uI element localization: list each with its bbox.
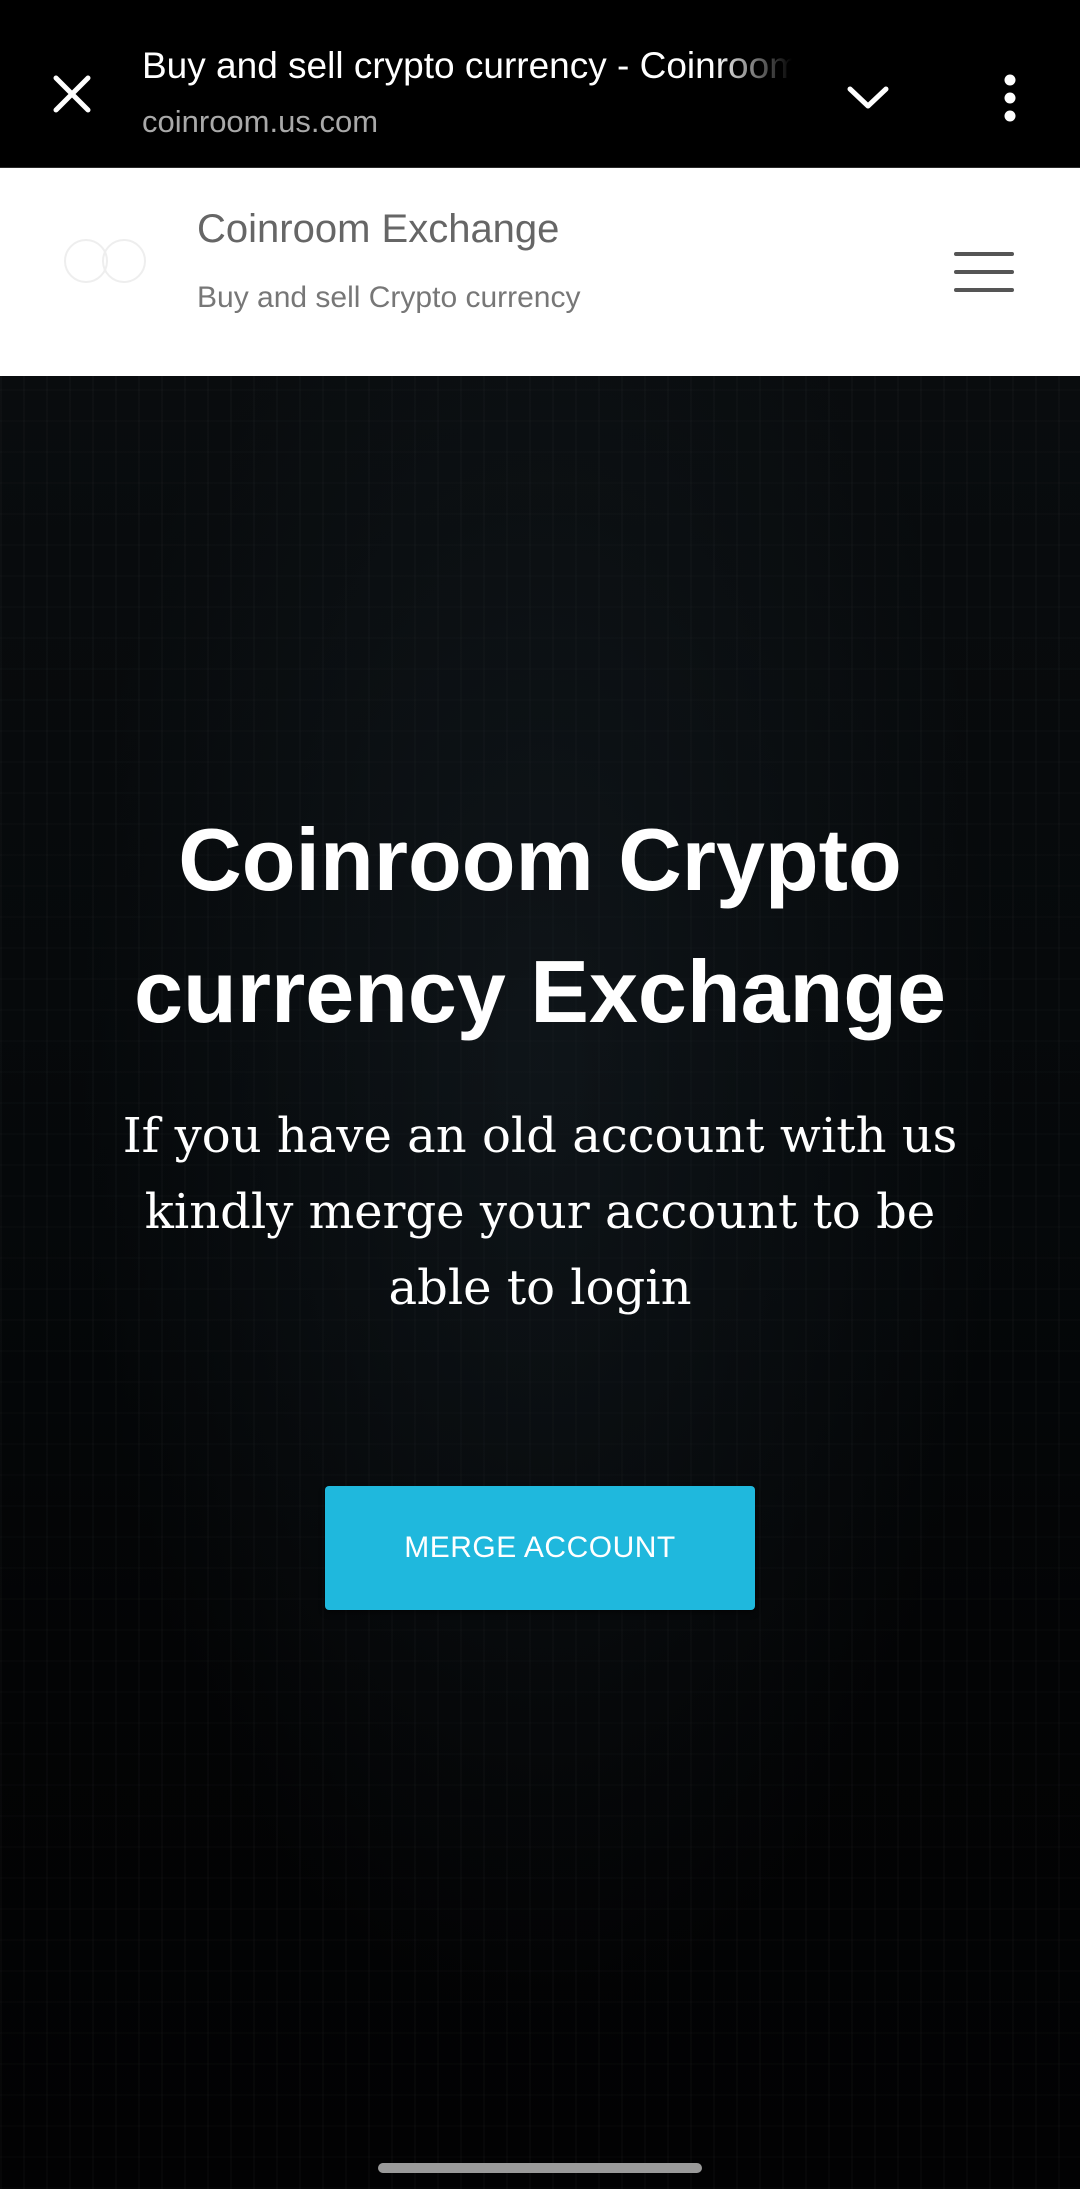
hero-title: Coinroom Crypto currency Exchange — [134, 810, 946, 1041]
site-name[interactable]: Coinroom Exchange — [197, 201, 559, 257]
site-tagline: Buy and sell Crypto currency — [197, 281, 581, 314]
tab-title-container: Buy and sell crypto currency - Coinroom — [142, 40, 792, 92]
hamburger-line-icon — [954, 252, 1014, 256]
chevron-down-icon — [847, 86, 889, 109]
tab-title: Buy and sell crypto currency - Coinroom — [142, 45, 792, 86]
close-tab-button[interactable] — [40, 62, 104, 126]
close-icon — [53, 75, 91, 113]
expand-toolbar-button[interactable] — [836, 66, 900, 130]
browser-toolbar: Buy and sell crypto currency - Coinroom … — [0, 0, 1080, 168]
merge-account-button[interactable]: MERGE ACCOUNT — [325, 1486, 755, 1610]
hero-description: If you have an old account with us kindl… — [122, 1108, 958, 1316]
site-logo[interactable] — [62, 236, 152, 286]
two-circles-logo-icon — [64, 239, 146, 283]
more-vert-icon — [1004, 74, 1016, 122]
hero-section: Coinroom Crypto currency Exchange If you… — [0, 376, 1080, 2189]
hamburger-line-icon — [954, 288, 1014, 292]
tab-url[interactable]: coinroom.us.com — [142, 102, 378, 142]
hamburger-line-icon — [954, 270, 1014, 274]
home-gesture-bar[interactable] — [378, 2163, 702, 2173]
page: Buy and sell crypto currency - Coinroom … — [0, 0, 1080, 2189]
hamburger-menu-button[interactable] — [952, 248, 1016, 296]
site-header: Coinroom Exchange Buy and sell Crypto cu… — [0, 168, 1080, 376]
more-options-button[interactable] — [978, 66, 1042, 130]
